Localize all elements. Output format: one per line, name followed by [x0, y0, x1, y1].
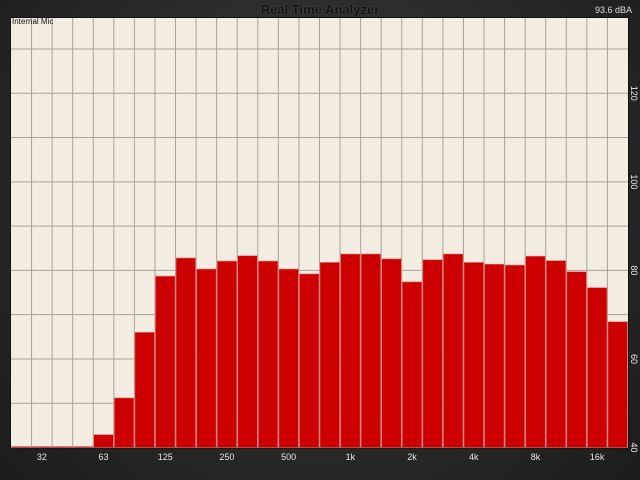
bar-20k — [607, 321, 628, 448]
bar-25 — [11, 446, 32, 448]
input-label: Internal Mic — [12, 17, 54, 26]
bar-800 — [319, 262, 340, 448]
y-tick-label: 80 — [629, 265, 639, 275]
x-tick-label: 4k — [469, 452, 479, 462]
bar-160 — [175, 257, 196, 448]
y-tick-label: 60 — [629, 354, 639, 364]
bar-12.5k — [566, 271, 587, 448]
rta-chart: 32 63 125 250 500 1k 2k 4k 8k 16k 40 60 80 100 120 — [10, 17, 639, 462]
bar-315 — [237, 255, 258, 448]
x-tick-label: 8k — [531, 452, 541, 462]
bar-16k — [587, 287, 608, 448]
bar-40 — [52, 446, 73, 448]
bar-1k — [340, 253, 361, 448]
bar-8k — [525, 255, 546, 448]
x-tick-label: 16k — [590, 452, 605, 462]
bar-1.25k — [360, 253, 381, 448]
bar-6.3k — [504, 264, 525, 448]
bar-31.5 — [31, 446, 52, 448]
y-tick-label: 120 — [629, 86, 639, 101]
x-tick-label: 32 — [37, 452, 47, 462]
y-tick-label: 40 — [629, 442, 639, 452]
bar-125 — [155, 275, 176, 448]
x-tick-label: 1k — [346, 452, 356, 462]
bar-1.6k — [381, 258, 402, 448]
bar-630 — [299, 273, 320, 448]
bar-2.5k — [422, 259, 443, 448]
bar-3.15k — [443, 253, 464, 448]
bar-250 — [216, 260, 238, 448]
bar-50 — [72, 446, 94, 448]
x-tick-label: 125 — [158, 452, 173, 462]
bar-63 — [93, 434, 114, 448]
bar-5k — [484, 263, 505, 448]
bar-10k — [545, 260, 567, 448]
bar-2k — [401, 281, 423, 448]
x-tick-label: 2k — [407, 452, 417, 462]
x-tick-label: 63 — [99, 452, 109, 462]
bar-400 — [257, 260, 279, 448]
y-tick-label: 100 — [629, 174, 639, 189]
bar-80 — [114, 397, 135, 448]
bar-4k — [463, 262, 484, 448]
x-tick-label: 500 — [281, 452, 296, 462]
bar-500 — [278, 268, 299, 448]
x-tick-label: 250 — [219, 452, 234, 462]
bar-100 — [134, 332, 155, 448]
bar-200 — [196, 268, 217, 448]
